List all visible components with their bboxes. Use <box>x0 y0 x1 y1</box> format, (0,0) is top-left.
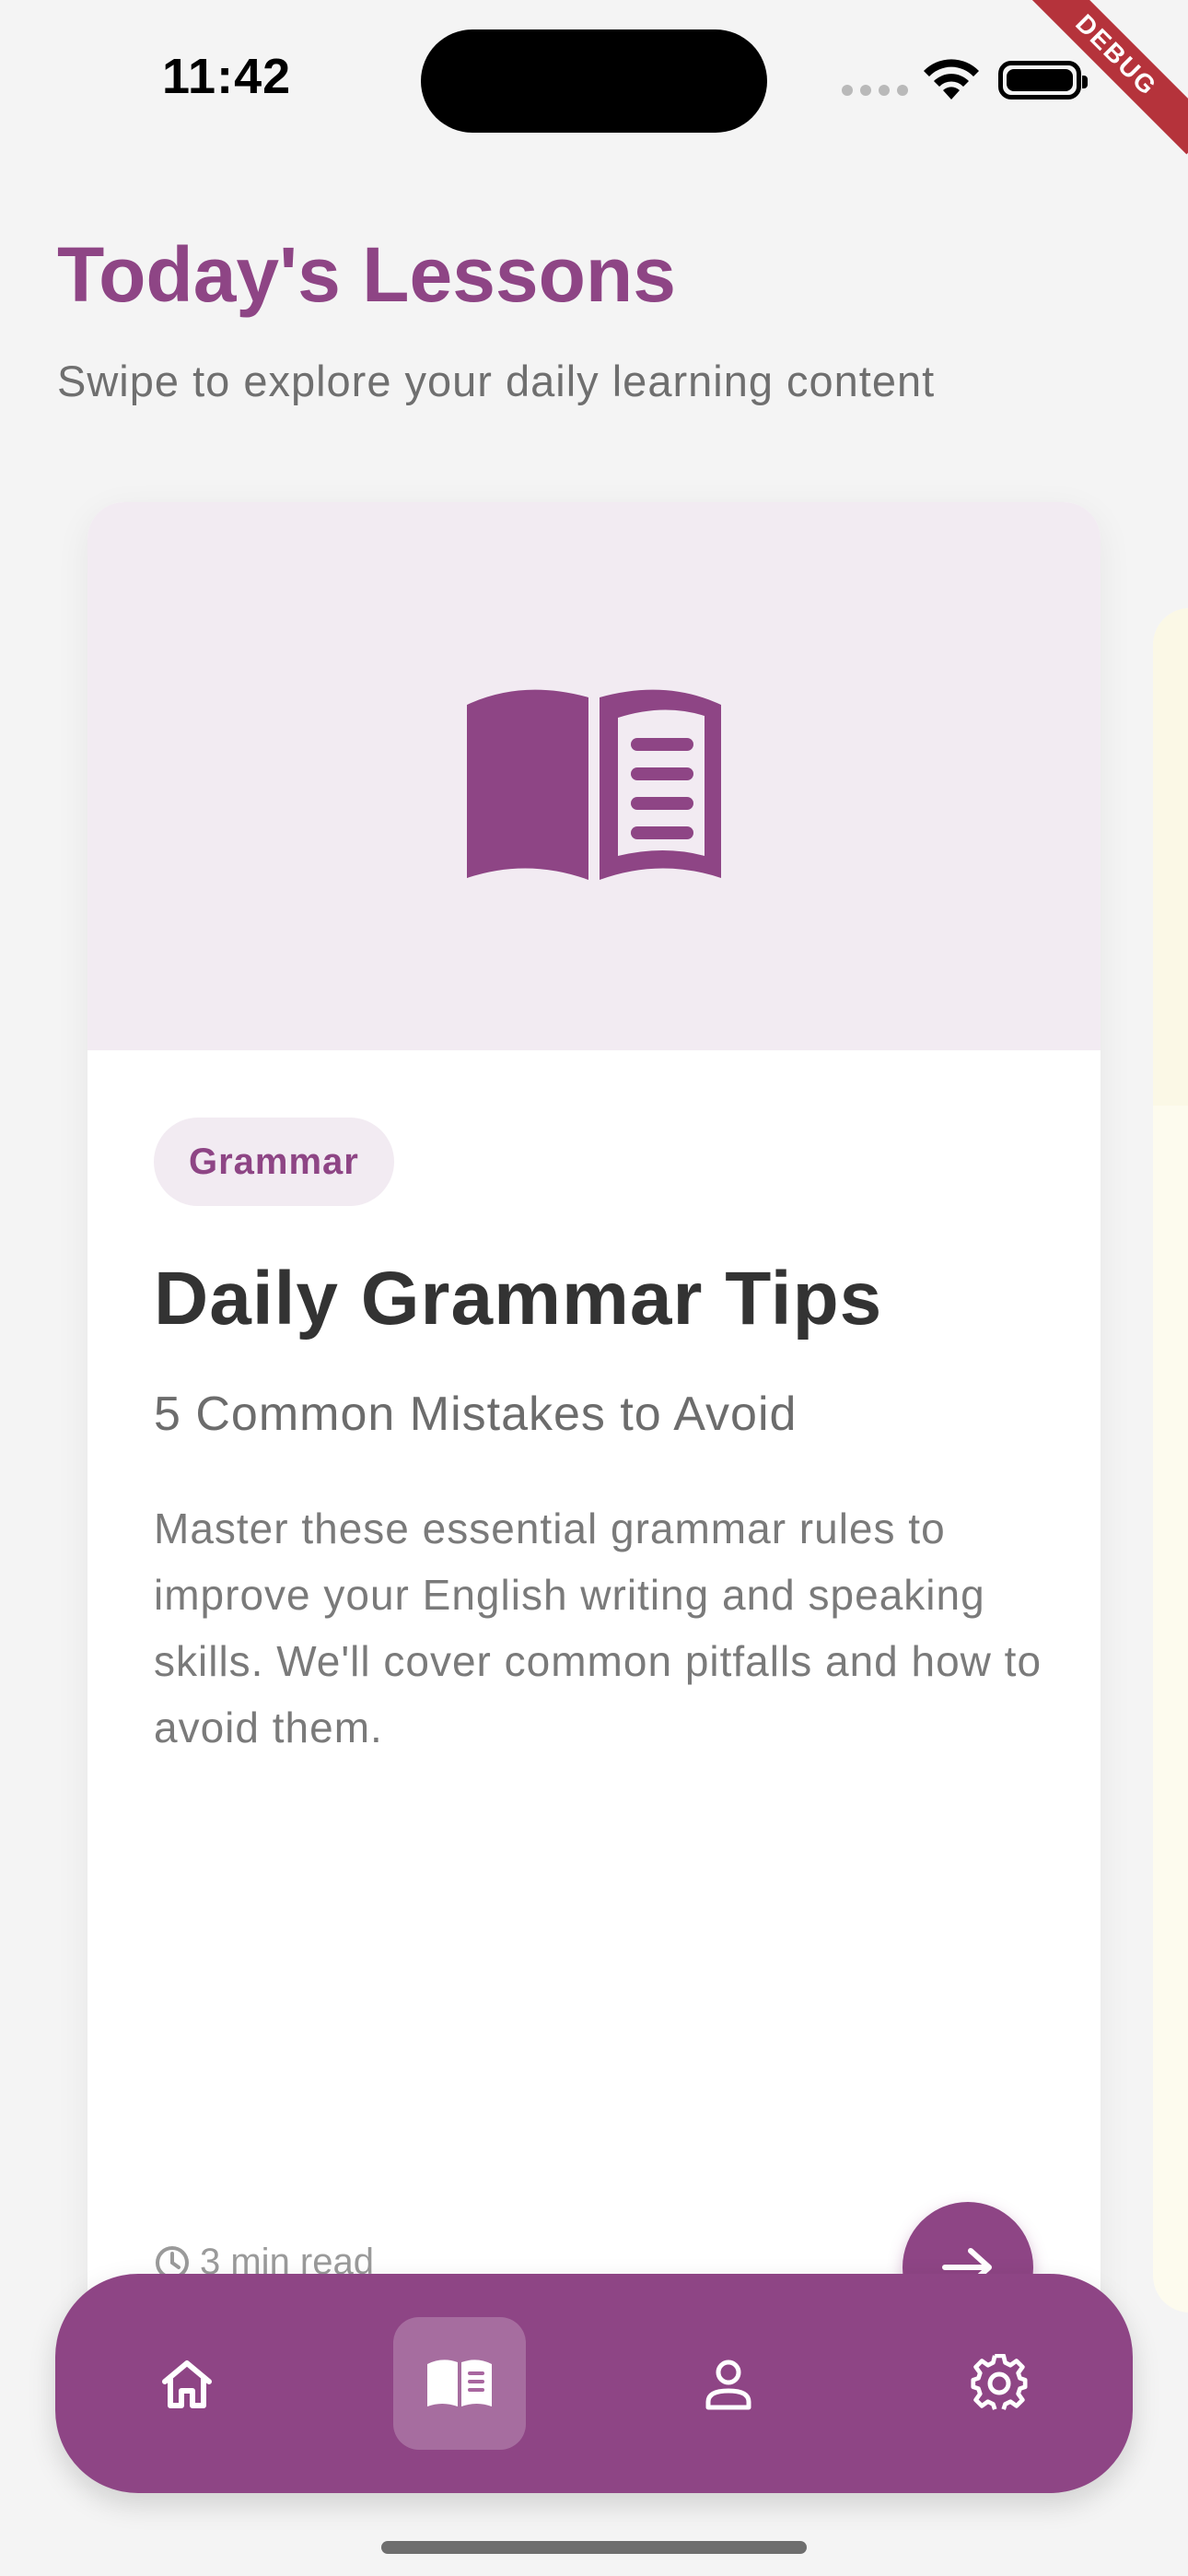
lesson-description: Master these essential grammar rules to … <box>154 1505 1042 1751</box>
nav-profile[interactable] <box>662 2317 795 2450</box>
nav-home[interactable] <box>121 2317 253 2450</box>
open-book-icon <box>467 689 721 880</box>
book-icon <box>427 2359 492 2406</box>
status-bar: 11:42 <box>0 0 1188 157</box>
dynamic-island <box>421 29 767 133</box>
page-title: Today's Lessons <box>57 231 676 318</box>
person-icon <box>705 2359 751 2410</box>
wifi-icon <box>924 59 979 100</box>
lesson-card-hero <box>87 502 1101 1050</box>
lesson-subtitle: 5 Common Mistakes to Avoid <box>154 1388 798 1441</box>
page-subtitle: Swipe to explore your daily learning con… <box>57 357 936 405</box>
home-indicator <box>381 2541 807 2554</box>
lesson-card[interactable]: Grammar Daily Grammar Tips 5 Common Mist… <box>87 502 1101 2400</box>
category-chip: Grammar <box>154 1118 394 1206</box>
gear-icon <box>971 2354 1028 2410</box>
status-time: 11:42 <box>162 49 292 104</box>
cellular-signal-icon <box>842 85 908 96</box>
nav-lessons[interactable] <box>393 2317 526 2450</box>
battery-icon <box>998 61 1088 100</box>
lesson-title: Daily Grammar Tips <box>154 1257 883 1341</box>
next-lesson-card-hero <box>1153 608 1188 1106</box>
nav-settings[interactable] <box>933 2317 1066 2450</box>
bottom-navigation <box>55 2274 1133 2493</box>
home-icon <box>162 2360 212 2408</box>
